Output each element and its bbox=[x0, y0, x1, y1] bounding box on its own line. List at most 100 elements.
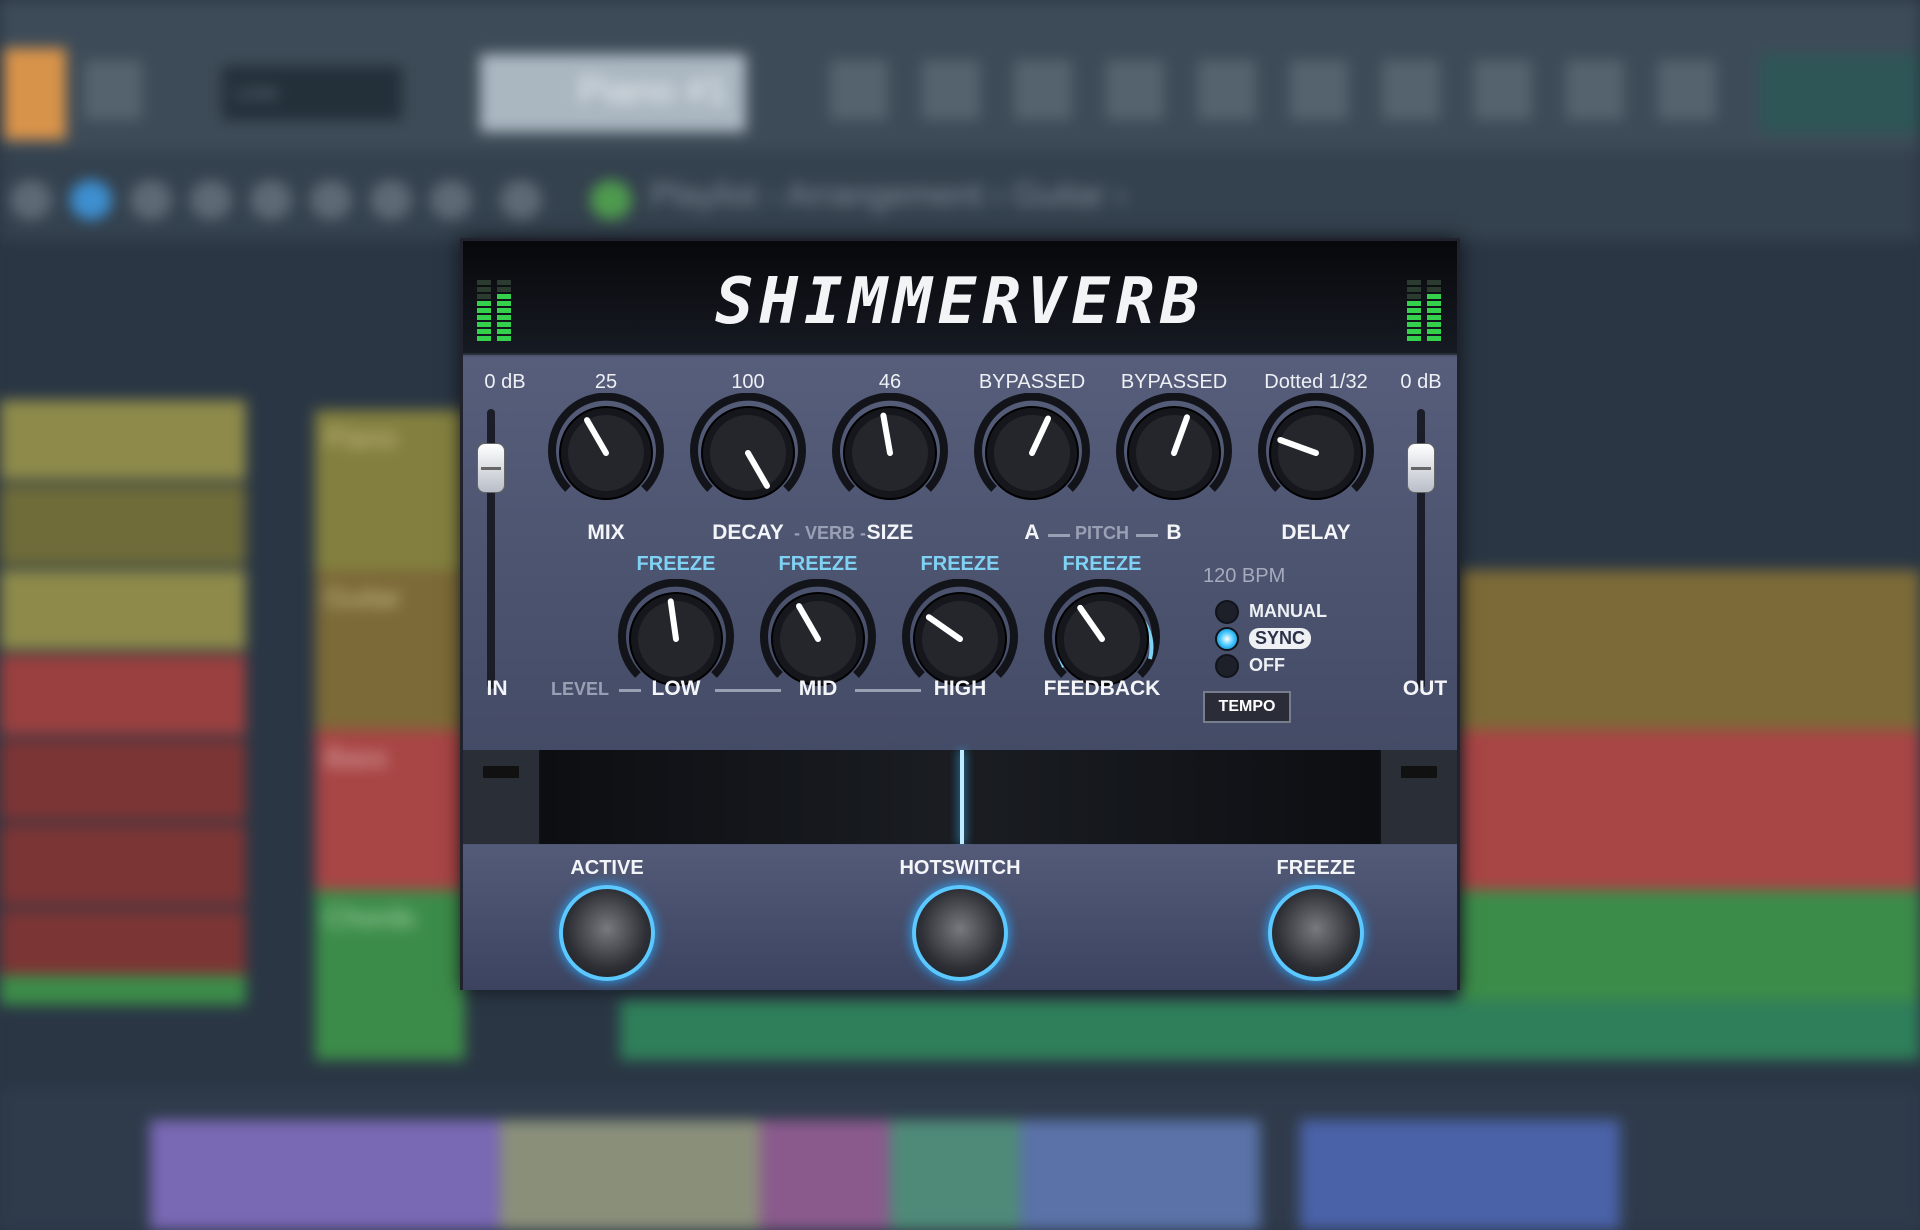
hotswitch-footswitch[interactable] bbox=[912, 885, 1008, 981]
key-block-6 bbox=[1300, 1120, 1620, 1230]
shimmerverb-plugin: SHIMMERVERB 0 dB IN 0 dB OUT 25 100 46 B… bbox=[460, 238, 1460, 990]
tool-icon-2 bbox=[70, 180, 112, 220]
mix-knob[interactable] bbox=[546, 392, 666, 513]
toolbar-icon-3 bbox=[1014, 60, 1072, 120]
lane-label: Guitar bbox=[325, 582, 402, 613]
in-fader-handle[interactable] bbox=[477, 443, 505, 493]
toolbar-icon-9 bbox=[1566, 60, 1624, 120]
key-block-3 bbox=[760, 1120, 890, 1230]
freeze-footswitch[interactable] bbox=[1268, 885, 1364, 981]
delay-value: Dotted 1/32 bbox=[1264, 371, 1368, 393]
lane-chords-clip-right bbox=[1460, 890, 1920, 1000]
toolbar-icon-6 bbox=[1290, 60, 1348, 120]
tempo-button[interactable]: TEMPO bbox=[1203, 691, 1291, 723]
decay-knob[interactable] bbox=[688, 392, 808, 513]
plugin-header: SHIMMERVERB bbox=[463, 241, 1457, 355]
tool-icon-1 bbox=[10, 180, 52, 220]
size-value: 46 bbox=[878, 371, 902, 393]
daw-status bbox=[1760, 54, 1920, 134]
tool-icon-7 bbox=[370, 180, 412, 220]
lane-bass: Bass bbox=[315, 730, 465, 890]
sync-mode-off-label[interactable]: OFF bbox=[1249, 655, 1285, 676]
sync-mode-manual-label[interactable]: MANUAL bbox=[1249, 601, 1327, 622]
out-label: OUT bbox=[1402, 677, 1448, 700]
feedback-freeze-label: FREEZE bbox=[1062, 553, 1142, 575]
active-footswitch[interactable] bbox=[559, 885, 655, 981]
out-fader-handle[interactable] bbox=[1407, 443, 1435, 493]
user-icon bbox=[84, 60, 142, 120]
mid-freeze-label: FREEZE bbox=[778, 553, 858, 575]
track-header-2 bbox=[0, 485, 246, 565]
toolbar-icon-5 bbox=[1198, 60, 1256, 120]
tool-icon-4 bbox=[190, 180, 232, 220]
pitch-a-value: BYPASSED bbox=[978, 371, 1086, 393]
toolbar-icon-1 bbox=[830, 60, 888, 120]
hotswitch-label: HOTSWITCH bbox=[899, 857, 1021, 879]
pattern-name: Piano #1 bbox=[577, 70, 728, 112]
tool-icon-6 bbox=[310, 180, 352, 220]
daw-pattern-selector[interactable]: Piano #1 bbox=[480, 54, 746, 132]
pitch-b-label: B bbox=[1166, 521, 1182, 544]
pitch-b-value: BYPASSED bbox=[1120, 371, 1228, 393]
input-meter bbox=[477, 259, 519, 341]
display-left-cap bbox=[463, 750, 539, 844]
lane-label: Bass bbox=[325, 742, 388, 773]
tool-icon-3 bbox=[130, 180, 172, 220]
in-label: IN bbox=[486, 677, 508, 700]
decay-value: 100 bbox=[731, 371, 765, 393]
sync-mode-off-radio[interactable] bbox=[1215, 654, 1239, 678]
mix-label: MIX bbox=[587, 521, 625, 544]
daw-dropdown-text: Line bbox=[236, 80, 278, 105]
track-header-1 bbox=[0, 400, 246, 480]
toolbar-icon-8 bbox=[1474, 60, 1532, 120]
lane-chords-clip bbox=[620, 1000, 1920, 1060]
tool-icon-9 bbox=[500, 180, 542, 220]
lane-chords: Chords bbox=[315, 890, 465, 1060]
plugin-title: SHIMMERVERB bbox=[715, 265, 1205, 339]
output-meter bbox=[1407, 259, 1449, 341]
track-header-3 bbox=[0, 570, 246, 650]
pitch-b-knob[interactable] bbox=[1114, 392, 1234, 513]
sync-mode-manual-radio[interactable] bbox=[1215, 600, 1239, 624]
toolbar-icon-10 bbox=[1658, 60, 1716, 120]
size-knob[interactable] bbox=[830, 392, 950, 513]
footswitch-panel: ACTIVE HOTSWITCH FREEZE bbox=[463, 845, 1457, 990]
tool-icon-5 bbox=[250, 180, 292, 220]
lane-label: Chords bbox=[325, 902, 416, 933]
playlist-icon bbox=[590, 180, 632, 220]
lane-bass-clip bbox=[1460, 730, 1920, 890]
pitch-a-knob[interactable] bbox=[972, 392, 1092, 513]
size-label: SIZE bbox=[866, 521, 914, 544]
active-label: ACTIVE bbox=[570, 857, 644, 879]
high-freeze-label: FREEZE bbox=[920, 553, 1000, 575]
toolbar-icon-7 bbox=[1382, 60, 1440, 120]
delay-knob[interactable] bbox=[1256, 392, 1376, 513]
sync-mode-sync-radio[interactable] bbox=[1215, 627, 1239, 651]
key-block-4 bbox=[890, 1120, 1020, 1230]
display-right-cap bbox=[1381, 750, 1457, 844]
control-panel: 0 dB IN 0 dB OUT 25 100 46 BYPASSED BYPA… bbox=[463, 357, 1457, 750]
mix-value: 25 bbox=[594, 371, 618, 393]
bpm-readout: 120 BPM bbox=[1203, 565, 1286, 587]
low-freeze-label: FREEZE bbox=[636, 553, 716, 575]
freeze-footswitch-label: FREEZE bbox=[1276, 857, 1356, 879]
lane-guitar: Guitar bbox=[315, 570, 465, 730]
daw-dropdown[interactable]: Line bbox=[222, 66, 402, 120]
toolbar-icon-4 bbox=[1106, 60, 1164, 120]
lane-piano: Piano bbox=[315, 410, 465, 570]
lane-label: Piano bbox=[325, 422, 397, 453]
key-block-1 bbox=[150, 1120, 500, 1230]
sync-mode-sync-label[interactable]: SYNC bbox=[1249, 628, 1312, 649]
track-header-4 bbox=[0, 655, 246, 735]
daw-logo bbox=[4, 48, 66, 140]
delay-label: DELAY bbox=[1281, 521, 1351, 544]
track-header-5 bbox=[0, 740, 246, 820]
key-block-2 bbox=[500, 1120, 760, 1230]
hotswitch-position-indicator[interactable] bbox=[960, 750, 964, 844]
tool-icon-8 bbox=[430, 180, 472, 220]
playlist-title: Playlist - Arrangement › Guitar › bbox=[650, 176, 1127, 214]
lane-guitar-clip bbox=[1460, 570, 1920, 730]
hotswitch-display bbox=[463, 750, 1457, 844]
feedback-label: FEEDBACK bbox=[1043, 677, 1161, 700]
track-header-6 bbox=[0, 825, 246, 905]
